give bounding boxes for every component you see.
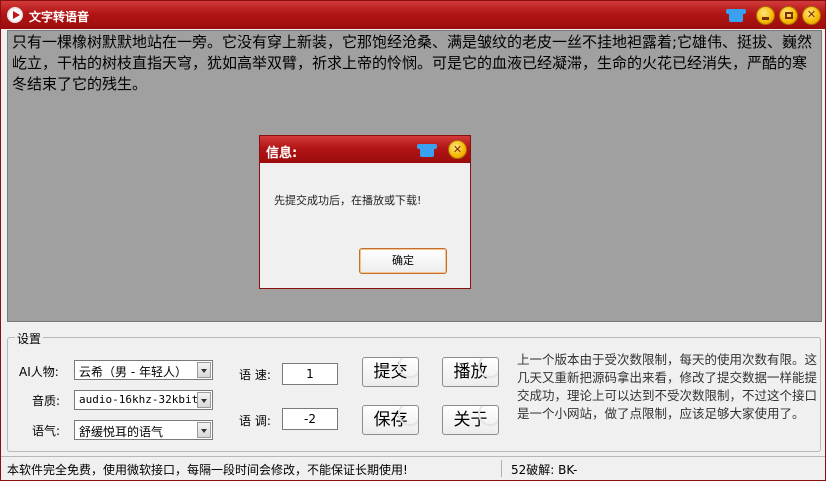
dialog-skin-shirt-icon[interactable] bbox=[417, 141, 437, 159]
quality-select[interactable]: audio-16khz-32kbitrate bbox=[74, 390, 213, 410]
close-button[interactable]: ✕ bbox=[802, 6, 821, 25]
dialog-title-bar[interactable]: 信息: ✕ bbox=[260, 136, 470, 163]
save-button[interactable]: 保存 bbox=[362, 405, 419, 435]
minimize-button[interactable] bbox=[756, 6, 775, 25]
settings-legend: 设置 bbox=[15, 330, 44, 347]
ai-voice-value: 云希（男 - 年轻人） bbox=[79, 365, 187, 379]
status-free-notice: 本软件完全免费，使用微软接口，每隔一段时间会修改，不能保证长期使用! bbox=[7, 463, 408, 477]
ai-voice-label: AI人物: bbox=[19, 365, 59, 379]
chevron-down-icon[interactable] bbox=[197, 362, 211, 378]
info-dialog: 信息: ✕ 先提交成功后，在播放或下载! 确定 bbox=[259, 135, 471, 289]
status-bar: 本软件完全免费，使用微软接口，每隔一段时间会修改，不能保证长期使用! 52破解:… bbox=[1, 456, 825, 480]
status-credit: 52破解: BK- bbox=[511, 463, 578, 477]
status-divider bbox=[501, 460, 502, 477]
submit-button[interactable]: 提交 bbox=[362, 357, 419, 387]
play-button[interactable]: 播放 bbox=[442, 357, 499, 387]
quality-label: 音质: bbox=[32, 394, 61, 408]
app-play-icon bbox=[7, 7, 23, 23]
tone-select[interactable]: 舒缓悦耳的语气 bbox=[74, 420, 213, 440]
main-window: 文字转语音 ✕ 只有一棵橡树默默地站在一旁。它没有穿上新装，它那饱经沧桑、满是皱… bbox=[0, 0, 826, 481]
notice-text: 上一个版本由于受次数限制，每天的使用次数有限。这几天又重新把源码拿出来看，修改了… bbox=[517, 352, 818, 421]
dialog-ok-button[interactable]: 确定 bbox=[359, 248, 447, 274]
about-button[interactable]: 关于 bbox=[442, 405, 499, 435]
pitch-input[interactable]: -2 bbox=[282, 408, 338, 430]
dialog-close-button[interactable]: ✕ bbox=[448, 140, 467, 159]
pitch-label: 语 调: bbox=[239, 414, 271, 428]
title-bar[interactable]: 文字转语音 ✕ bbox=[1, 1, 825, 29]
quality-value: audio-16khz-32kbitrate bbox=[79, 393, 213, 406]
chevron-down-icon[interactable] bbox=[197, 422, 211, 438]
tone-value: 舒缓悦耳的语气 bbox=[79, 425, 164, 439]
maximize-button[interactable] bbox=[779, 6, 798, 25]
skin-shirt-icon[interactable] bbox=[726, 6, 746, 25]
speed-input[interactable]: 1 bbox=[282, 363, 338, 385]
ai-voice-select[interactable]: 云希（男 - 年轻人） bbox=[74, 360, 213, 380]
dialog-title: 信息: bbox=[266, 146, 298, 161]
tone-label: 语气: bbox=[32, 424, 61, 438]
window-title: 文字转语音 bbox=[29, 10, 90, 24]
chevron-down-icon[interactable] bbox=[197, 392, 211, 408]
speed-label: 语 速: bbox=[239, 368, 271, 382]
dialog-message: 先提交成功后，在播放或下载! bbox=[274, 194, 422, 207]
